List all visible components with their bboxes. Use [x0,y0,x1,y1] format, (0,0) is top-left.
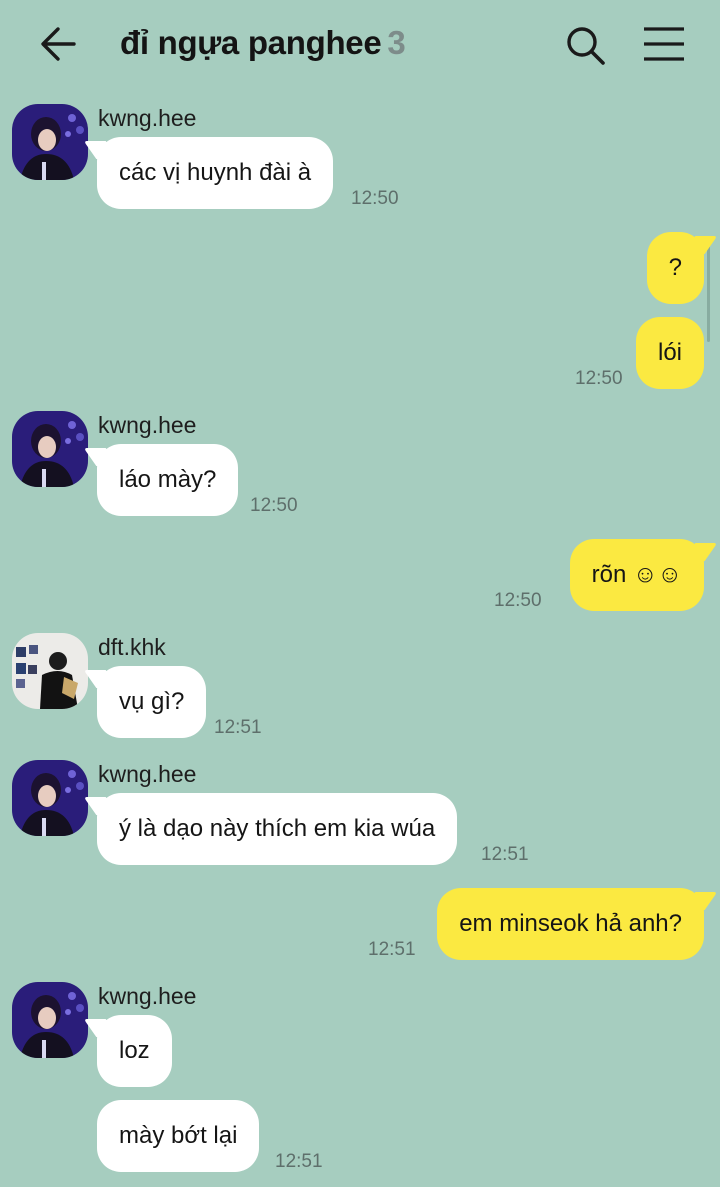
member-count: 3 [387,24,406,61]
message-time: 12:51 [214,717,262,738]
avatar-kwng-hee[interactable] [12,982,88,1058]
scrollbar-thumb[interactable] [707,246,710,342]
search-icon[interactable] [564,24,606,66]
message-time: 12:50 [250,495,298,516]
avatar-kwng-hee[interactable] [12,104,88,180]
message-bubble[interactable]: láo mày? [97,444,239,516]
sender-name: kwng.hee [98,105,197,131]
message-time: 12:50 [575,368,623,389]
sender-name: dft.khk [98,634,166,660]
back-arrow-icon[interactable] [38,24,80,64]
message-bubble[interactable]: các vị huynh đài à [97,137,334,209]
avatar-kwng-hee[interactable] [12,411,88,487]
message-bubble[interactable]: mày bớt lại [97,1100,260,1172]
sender-name: kwng.hee [98,761,197,787]
message-bubble[interactable]: rõn ☺☺ [569,539,704,611]
message-bubble[interactable]: ý là dạo này thích em kia wúa [97,793,458,865]
avatar-kwng-hee[interactable] [12,760,88,836]
message-bubble[interactable]: lói [635,317,704,389]
sender-name: kwng.hee [98,412,197,438]
message-bubble[interactable]: ? [646,232,704,304]
chat-title[interactable]: đỉ ngựa panghee 3 [120,24,406,62]
message-time: 12:51 [275,1151,323,1172]
chat-header: đỉ ngựa panghee 3 [0,0,720,88]
message-time: 12:51 [368,939,416,960]
chat-room-name: đỉ ngựa panghee [120,24,382,61]
hamburger-menu-icon[interactable] [642,26,686,62]
avatar-dft-khk[interactable] [12,633,88,709]
message-bubble[interactable]: loz [97,1015,172,1087]
sender-name: kwng.hee [98,983,197,1009]
message-time: 12:51 [481,844,529,865]
message-time: 12:50 [494,590,542,611]
message-time: 12:50 [351,188,399,209]
message-bubble[interactable]: em minseok hả anh? [437,888,704,960]
message-bubble[interactable]: vụ gì? [97,666,207,738]
